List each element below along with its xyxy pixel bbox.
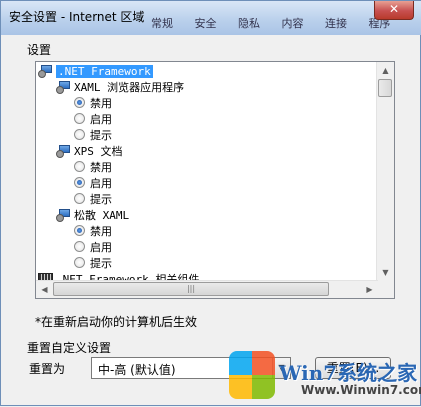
settings-category-icon xyxy=(56,145,71,158)
watermark-url: Www.Winwin7.com xyxy=(301,383,421,397)
settings-group: 设置 .NET Framework XAML 浏览器应用程序 禁用 启用 提示 XPS 文… xyxy=(27,41,397,331)
tree-option[interactable]: 启用 xyxy=(74,240,112,256)
settings-label: 设置 xyxy=(27,43,52,57)
title-bar: 安全设置 - Internet 区域 常规 安全 隐私 内容 连接 程序 ✕ xyxy=(1,1,421,35)
settings-category-icon xyxy=(56,209,71,222)
security-settings-dialog: 安全设置 - Internet 区域 常规 安全 隐私 内容 连接 程序 ✕ 设… xyxy=(0,0,421,406)
tree-item-label: 禁用 xyxy=(90,161,112,174)
tree-option[interactable]: 启用 xyxy=(74,112,112,128)
radio-unchecked-icon[interactable] xyxy=(74,241,85,252)
tree-option[interactable]: 启用 xyxy=(74,176,112,192)
background-tab: 常规 xyxy=(151,17,173,30)
tree-subcategory[interactable]: XAML 浏览器应用程序 xyxy=(56,80,184,96)
tree-item-label: 提示 xyxy=(90,257,112,270)
radio-checked-icon[interactable] xyxy=(74,225,85,236)
close-button[interactable]: ✕ xyxy=(374,1,414,20)
tree-item-label: 松散 XAML xyxy=(74,209,130,222)
tree-option[interactable]: 禁用 xyxy=(74,160,112,176)
tree-option[interactable]: 提示 xyxy=(74,256,112,272)
scroll-right-button[interactable]: ▶ xyxy=(361,281,378,298)
tree-item-label: XPS 文档 xyxy=(74,145,123,158)
scroll-down-button[interactable]: ▼ xyxy=(377,264,394,281)
radio-unchecked-icon[interactable] xyxy=(74,113,85,124)
background-tab: 连接 xyxy=(325,17,347,30)
chevron-left-icon: ◀ xyxy=(41,285,48,294)
chevron-right-icon: ▶ xyxy=(366,285,373,294)
tree-item-label: XAML 浏览器应用程序 xyxy=(74,81,185,94)
tree-item-label: .NET Framework xyxy=(56,65,153,78)
security-level-value: 中-高 (默认值) xyxy=(98,363,176,377)
watermark-brand: Win7系统之家 xyxy=(279,361,418,385)
background-tabs: 常规 安全 隐私 内容 连接 程序 xyxy=(151,15,409,35)
tree-item-label: 提示 xyxy=(90,193,112,206)
reset-legend: 重置自定义设置 xyxy=(27,341,112,355)
tree-option[interactable]: 禁用 xyxy=(74,224,112,240)
background-tab: 内容 xyxy=(281,17,304,30)
close-icon: ✕ xyxy=(388,2,400,16)
restart-note: *在重新启动你的计算机后生效 xyxy=(35,315,198,329)
window-title: 安全设置 - Internet 区域 xyxy=(9,10,145,24)
vertical-scroll-thumb[interactable] xyxy=(378,79,392,97)
tree-item-label: 提示 xyxy=(90,129,112,142)
tree-item-label: 启用 xyxy=(90,241,112,254)
reset-to-label: 重置为 xyxy=(29,362,66,376)
tree-item-label: 禁用 xyxy=(90,225,112,238)
windows-logo-watermark xyxy=(229,351,275,399)
tree-option[interactable]: 禁用 xyxy=(74,96,112,112)
horizontal-scroll-thumb[interactable]: ||| xyxy=(53,282,329,296)
tree-option[interactable]: 提示 xyxy=(74,128,112,144)
chevron-up-icon: ▲ xyxy=(382,66,389,75)
horizontal-scrollbar[interactable]: ◀ ||| ▶ xyxy=(36,280,378,298)
settings-category-icon xyxy=(38,65,53,78)
radio-unchecked-icon[interactable] xyxy=(74,161,85,172)
tree-subcategory[interactable]: 松散 XAML xyxy=(56,208,129,224)
chevron-down-icon: ▼ xyxy=(382,268,389,277)
vertical-scrollbar[interactable]: ▲ ▼ xyxy=(376,62,394,281)
grip-icon: ||| xyxy=(186,284,196,293)
settings-tree[interactable]: .NET Framework XAML 浏览器应用程序 禁用 启用 提示 XPS 文档 禁用… xyxy=(35,61,395,299)
radio-unchecked-icon[interactable] xyxy=(74,129,85,140)
radio-checked-icon[interactable] xyxy=(74,97,85,108)
scroll-up-button[interactable]: ▲ xyxy=(377,62,394,79)
tree-item-label: 启用 xyxy=(90,113,112,126)
radio-checked-icon[interactable] xyxy=(74,177,85,188)
background-tab: 隐私 xyxy=(238,17,260,30)
settings-category-icon xyxy=(56,81,71,94)
background-tab: 安全 xyxy=(194,17,217,30)
tree-option[interactable]: 提示 xyxy=(74,192,112,208)
scrollbar-corner xyxy=(377,281,394,298)
radio-unchecked-icon[interactable] xyxy=(74,193,85,204)
radio-unchecked-icon[interactable] xyxy=(74,257,85,268)
scroll-left-button[interactable]: ◀ xyxy=(36,281,53,298)
tree-category[interactable]: .NET Framework xyxy=(38,64,153,80)
tree-item-label: 禁用 xyxy=(90,97,112,110)
tree-subcategory[interactable]: XPS 文档 xyxy=(56,144,123,160)
tree-item-label: 启用 xyxy=(90,177,112,190)
